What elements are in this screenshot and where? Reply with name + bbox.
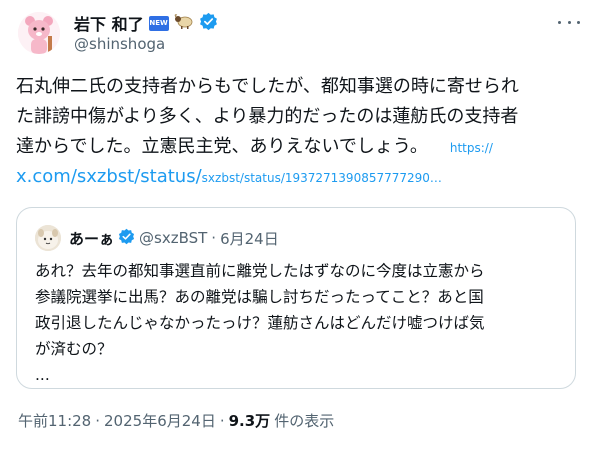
more-options-icon[interactable] (558, 14, 580, 30)
footer-separator: · (219, 411, 225, 430)
quoted-tweet-card[interactable]: あーぁ @sxzBST · 6月24日 あれ？去年の都知事選直前に離党したはずな… (16, 207, 576, 389)
author-name-row: 岩下 和了 NEW (74, 12, 218, 34)
tweet-link-line[interactable]: x.com/sxzbst/status/sxzbst/status/193727… (16, 162, 582, 192)
tweet-meta-footer: 午前11:28 · 2025年6月24日 · 9.3万 件の表示 (18, 410, 334, 431)
tweet-link-path[interactable]: sxzbst/status/1937271390857777290… (202, 171, 442, 185)
quote-separator: · (211, 229, 217, 247)
new-badge: NEW (148, 15, 169, 31)
verified-badge-icon (199, 12, 218, 35)
quote-header: あーぁ @sxzBST · 6月24日 (69, 228, 279, 248)
sheep-emoji-icon (174, 12, 194, 34)
view-count[interactable]: 9.3万 (229, 410, 271, 431)
quote-line: あれ？去年の都知事選直前に離党したはずなのに今度は立憲から (35, 262, 485, 280)
quote-author-name[interactable]: あーぁ (69, 228, 114, 249)
author-display-name[interactable]: 岩下 和了 (74, 11, 144, 35)
quote-author-avatar[interactable] (35, 225, 61, 251)
view-count-label: 件の表示 (274, 412, 335, 430)
tweet-line: た誹謗中傷がより多く、より暴力的だったのは蓮舫氏の支持者 (16, 106, 519, 127)
tweet-link-prefix[interactable]: https:// (450, 141, 493, 155)
quote-line: が済むの？ (35, 340, 113, 358)
tweet-time[interactable]: 午前11:28 (18, 410, 91, 431)
quote-ellipsis: ... (35, 366, 50, 384)
tweet-line: 達からでした。立憲民主党、ありえないでしょう。 (16, 136, 428, 157)
author-avatar[interactable] (18, 12, 60, 54)
quote-text: あれ？去年の都知事選直前に離党したはずなのに今度は立憲から 参議院選挙に出馬？あ… (35, 258, 565, 388)
tweet-link-domain[interactable]: x.com/sxzbst/status/ (16, 166, 202, 187)
verified-badge-icon (118, 228, 135, 249)
quote-line: 参議院選挙に出馬？あの離党は騙し討ちだったってこと？あと国 (35, 288, 484, 306)
author-handle[interactable]: @shinshoga (74, 35, 165, 53)
quote-author-handle[interactable]: @sxzBST (139, 229, 207, 247)
tweet-text: 石丸伸二氏の支持者からもでしたが、都知事選の時に寄せられ た誹謗中傷がより多く、… (16, 72, 582, 192)
quote-line: 政引退したんじゃなかったっけ？蓮舫さんはどんだけ嘘つけば気 (35, 314, 485, 332)
quote-date[interactable]: 6月24日 (220, 228, 279, 249)
footer-separator: · (95, 411, 101, 430)
tweet-date[interactable]: 2025年6月24日 (104, 410, 216, 431)
tweet-line: 石丸伸二氏の支持者からもでしたが、都知事選の時に寄せられ (16, 76, 519, 97)
tweet-line-with-link: 達からでした。立憲民主党、ありえないでしょう。 https:// (16, 132, 582, 162)
